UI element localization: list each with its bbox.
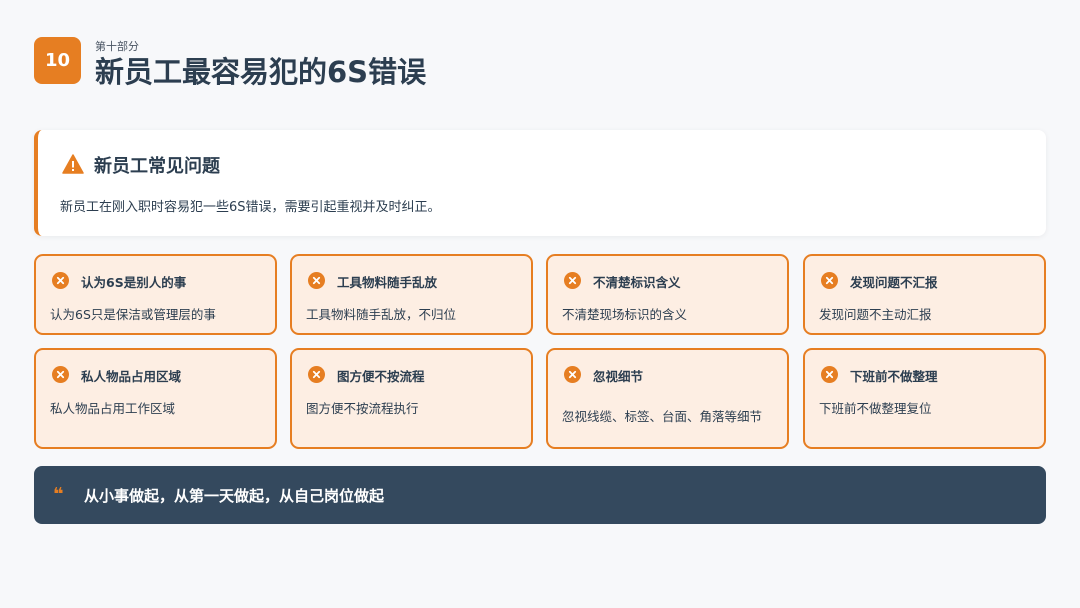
mistake-card: 图方便不按流程 图方便不按流程执行	[290, 348, 533, 449]
mistake-title: 下班前不做整理	[850, 369, 938, 384]
page-title: 新员工最容易犯的6S错误	[95, 55, 427, 89]
mistake-title: 不清楚标识含义	[593, 275, 681, 290]
close-circle-icon	[564, 272, 581, 289]
quote-mark-icon: ❝	[53, 484, 64, 505]
mistake-desc: 下班前不做整理复位	[819, 401, 932, 416]
mistake-desc: 图方便不按流程执行	[306, 401, 419, 416]
mistake-desc: 工具物料随手乱放，不归位	[306, 307, 457, 322]
close-circle-icon	[821, 272, 838, 289]
mistake-desc: 忽视线缆、标签、台面、角落等细节	[562, 409, 763, 424]
close-circle-icon	[52, 366, 69, 383]
mistake-card: 认为6S是别人的事 认为6S只是保洁或管理层的事	[34, 254, 277, 335]
warning-triangle-icon	[62, 154, 84, 174]
close-circle-icon	[308, 366, 325, 383]
mistake-title: 私人物品占用区域	[81, 369, 182, 384]
quote-text: 从小事做起，从第一天做起，从自己岗位做起	[84, 487, 385, 505]
mistake-desc: 不清楚现场标识的含义	[562, 307, 688, 322]
mistake-card: 下班前不做整理 下班前不做整理复位	[803, 348, 1046, 449]
mistake-card: 发现问题不汇报 发现问题不主动汇报	[803, 254, 1046, 335]
mistake-title: 忽视细节	[593, 369, 644, 384]
section-number-badge: 10	[34, 37, 81, 84]
intro-title: 新员工常见问题	[94, 156, 220, 177]
close-circle-icon	[564, 366, 581, 383]
mistake-title: 工具物料随手乱放	[337, 275, 438, 290]
mistake-card: 不清楚标识含义 不清楚现场标识的含义	[546, 254, 789, 335]
mistake-title: 图方便不按流程	[337, 369, 425, 384]
mistake-desc: 发现问题不主动汇报	[819, 307, 932, 322]
close-circle-icon	[308, 272, 325, 289]
intro-text: 新员工在刚入职时容易犯一些6S错误，需要引起重视并及时纠正。	[60, 200, 441, 215]
quote-banner: ❝ 从小事做起，从第一天做起，从自己岗位做起	[34, 466, 1046, 524]
intro-card: 新员工常见问题 新员工在刚入职时容易犯一些6S错误，需要引起重视并及时纠正。	[34, 130, 1046, 236]
mistake-card: 工具物料随手乱放 工具物料随手乱放，不归位	[290, 254, 533, 335]
mistake-desc: 认为6S只是保洁或管理层的事	[50, 307, 216, 322]
mistake-card: 私人物品占用区域 私人物品占用工作区域	[34, 348, 277, 449]
mistake-title: 认为6S是别人的事	[81, 275, 187, 290]
mistake-desc: 私人物品占用工作区域	[50, 401, 176, 416]
mistake-title: 发现问题不汇报	[850, 275, 938, 290]
close-circle-icon	[821, 366, 838, 383]
mistake-card: 忽视细节 忽视线缆、标签、台面、角落等细节	[546, 348, 789, 449]
close-circle-icon	[52, 272, 69, 289]
